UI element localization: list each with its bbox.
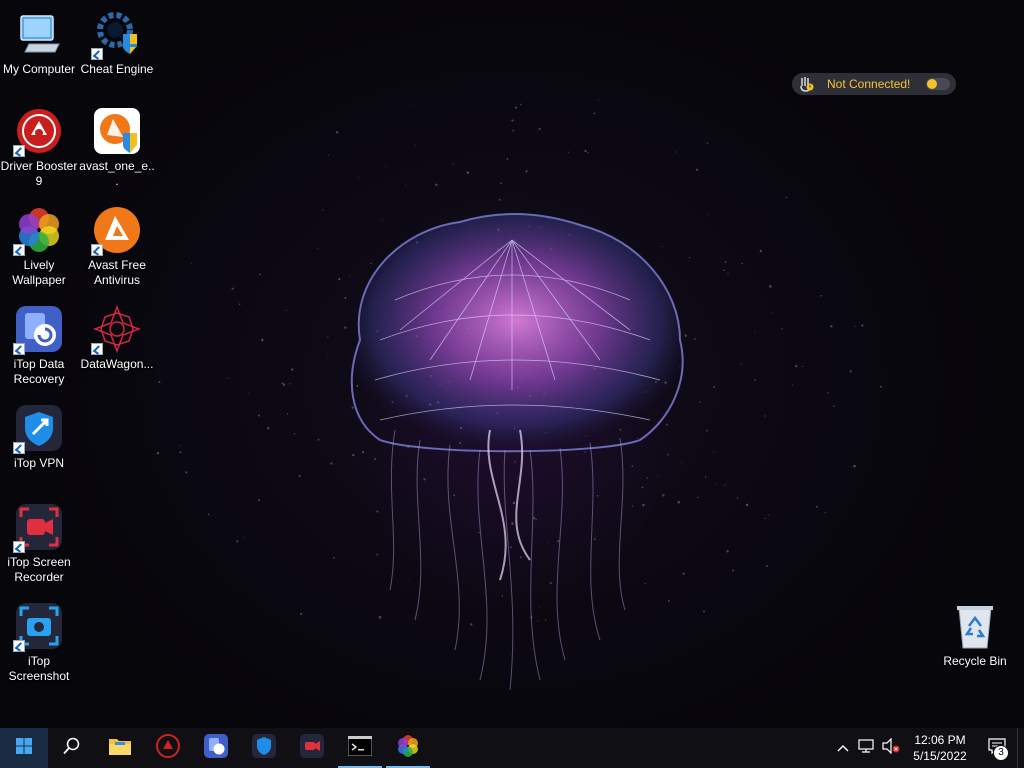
terminal-icon bbox=[347, 735, 373, 761]
volume-muted-icon bbox=[882, 737, 900, 759]
taskbar-itop-vpn[interactable] bbox=[240, 728, 288, 768]
clock-date: 5/15/2022 bbox=[913, 749, 967, 763]
desktop-icon-label: Avast Free Antivirus bbox=[88, 258, 146, 287]
clock-time: 12:06 PM bbox=[914, 733, 966, 747]
desktop-icon-label: My Computer bbox=[2, 62, 76, 76]
cheat-engine-icon bbox=[91, 10, 141, 60]
desktop[interactable]: My Computer Cheat Engine Driver Booster … bbox=[0, 0, 1024, 728]
desktop-icon-itop-screenshot[interactable]: iTop Screenshot bbox=[0, 602, 78, 684]
vpn-status-text: Not Connected! bbox=[827, 77, 911, 91]
volume-button[interactable] bbox=[879, 728, 903, 768]
itop-screen-recorder-icon bbox=[300, 733, 324, 763]
itop-vpn-icon bbox=[252, 733, 276, 763]
itop-vpn-icon bbox=[13, 404, 63, 454]
desktop-icon-lively-wallpaper[interactable]: Lively Wallpaper bbox=[0, 206, 78, 288]
avast-one-installer-icon bbox=[93, 107, 141, 155]
taskbar-clock[interactable]: 12:06 PM 5/15/2022 bbox=[903, 732, 977, 764]
driver-booster-icon bbox=[13, 107, 63, 157]
start-button[interactable] bbox=[0, 728, 48, 768]
taskbar-file-explorer[interactable] bbox=[96, 728, 144, 768]
vpn-status-widget[interactable]: Not Connected! bbox=[792, 73, 956, 95]
desktop-icon-label: iTop Screen Recorder bbox=[7, 555, 71, 584]
desktop-icon-itop-vpn[interactable]: iTop VPN bbox=[0, 404, 78, 471]
desktop-icon-recycle-bin[interactable]: Recycle Bin bbox=[936, 602, 1014, 669]
action-center-button[interactable]: 3 bbox=[977, 728, 1017, 768]
vpn-connect-toggle[interactable] bbox=[926, 78, 950, 90]
desktop-icon-label: iTop VPN bbox=[13, 456, 65, 470]
search-icon bbox=[63, 737, 81, 760]
desktop-icon-label: iTop Screenshot bbox=[8, 654, 70, 683]
taskbar-driver-booster[interactable] bbox=[144, 728, 192, 768]
taskbar-search-button[interactable] bbox=[48, 728, 96, 768]
desktop-icon-label: avast_one_e... bbox=[79, 159, 155, 188]
datawagon-icon bbox=[91, 305, 141, 355]
show-desktop-button[interactable] bbox=[1017, 728, 1024, 768]
desktop-icon-label: iTop Data Recovery bbox=[13, 357, 65, 386]
windows-logo-icon bbox=[16, 737, 32, 759]
desktop-icon-label: Cheat Engine bbox=[80, 62, 154, 76]
desktop-icon-label: DataWagon... bbox=[80, 357, 154, 371]
taskbar-terminal[interactable] bbox=[336, 728, 384, 768]
taskbar-itop-screen-recorder[interactable] bbox=[288, 728, 336, 768]
avast-icon bbox=[91, 206, 141, 256]
itop-data-recovery-icon bbox=[13, 305, 63, 355]
recycle-bin-icon bbox=[951, 602, 999, 650]
desktop-icon-avast-one-installer[interactable]: avast_one_e... bbox=[78, 107, 156, 189]
desktop-icon-itop-screen-recorder[interactable]: iTop Screen Recorder bbox=[0, 503, 78, 585]
notification-count-badge: 3 bbox=[993, 745, 1009, 761]
chevron-up-icon bbox=[837, 739, 849, 757]
desktop-icon-datawagon[interactable]: DataWagon... bbox=[78, 305, 156, 372]
network-button[interactable] bbox=[855, 728, 879, 768]
desktop-icon-driver-booster[interactable]: Driver Booster 9 bbox=[0, 107, 78, 189]
desktop-icon-avast-free-antivirus[interactable]: Avast Free Antivirus bbox=[78, 206, 156, 288]
desktop-icon-label: Driver Booster 9 bbox=[0, 159, 78, 188]
lively-wallpaper-icon bbox=[396, 734, 420, 763]
lively-wallpaper-icon bbox=[13, 206, 63, 256]
desktop-icon-itop-data-recovery[interactable]: iTop Data Recovery bbox=[0, 305, 78, 387]
system-tray: 12:06 PM 5/15/2022 3 bbox=[831, 728, 1024, 768]
desktop-icon-my-computer[interactable]: My Computer bbox=[0, 10, 78, 77]
itop-data-recovery-icon bbox=[204, 733, 228, 763]
computer-icon bbox=[15, 10, 63, 58]
folder-icon bbox=[108, 736, 132, 761]
warning-hand-icon bbox=[795, 73, 817, 95]
taskbar-lively-wallpaper[interactable] bbox=[384, 728, 432, 768]
itop-screen-recorder-icon bbox=[13, 503, 63, 553]
desktop-icon-label: Recycle Bin bbox=[943, 654, 1007, 668]
itop-screenshot-icon bbox=[13, 602, 63, 652]
desktop-icon-label: Lively Wallpaper bbox=[12, 258, 66, 287]
taskbar-itop-data-recovery[interactable] bbox=[192, 728, 240, 768]
taskbar: 12:06 PM 5/15/2022 3 bbox=[0, 728, 1024, 768]
driver-booster-icon bbox=[156, 733, 180, 763]
show-hidden-icons-button[interactable] bbox=[831, 728, 855, 768]
desktop-icon-cheat-engine[interactable]: Cheat Engine bbox=[78, 10, 156, 77]
network-icon bbox=[858, 738, 876, 759]
